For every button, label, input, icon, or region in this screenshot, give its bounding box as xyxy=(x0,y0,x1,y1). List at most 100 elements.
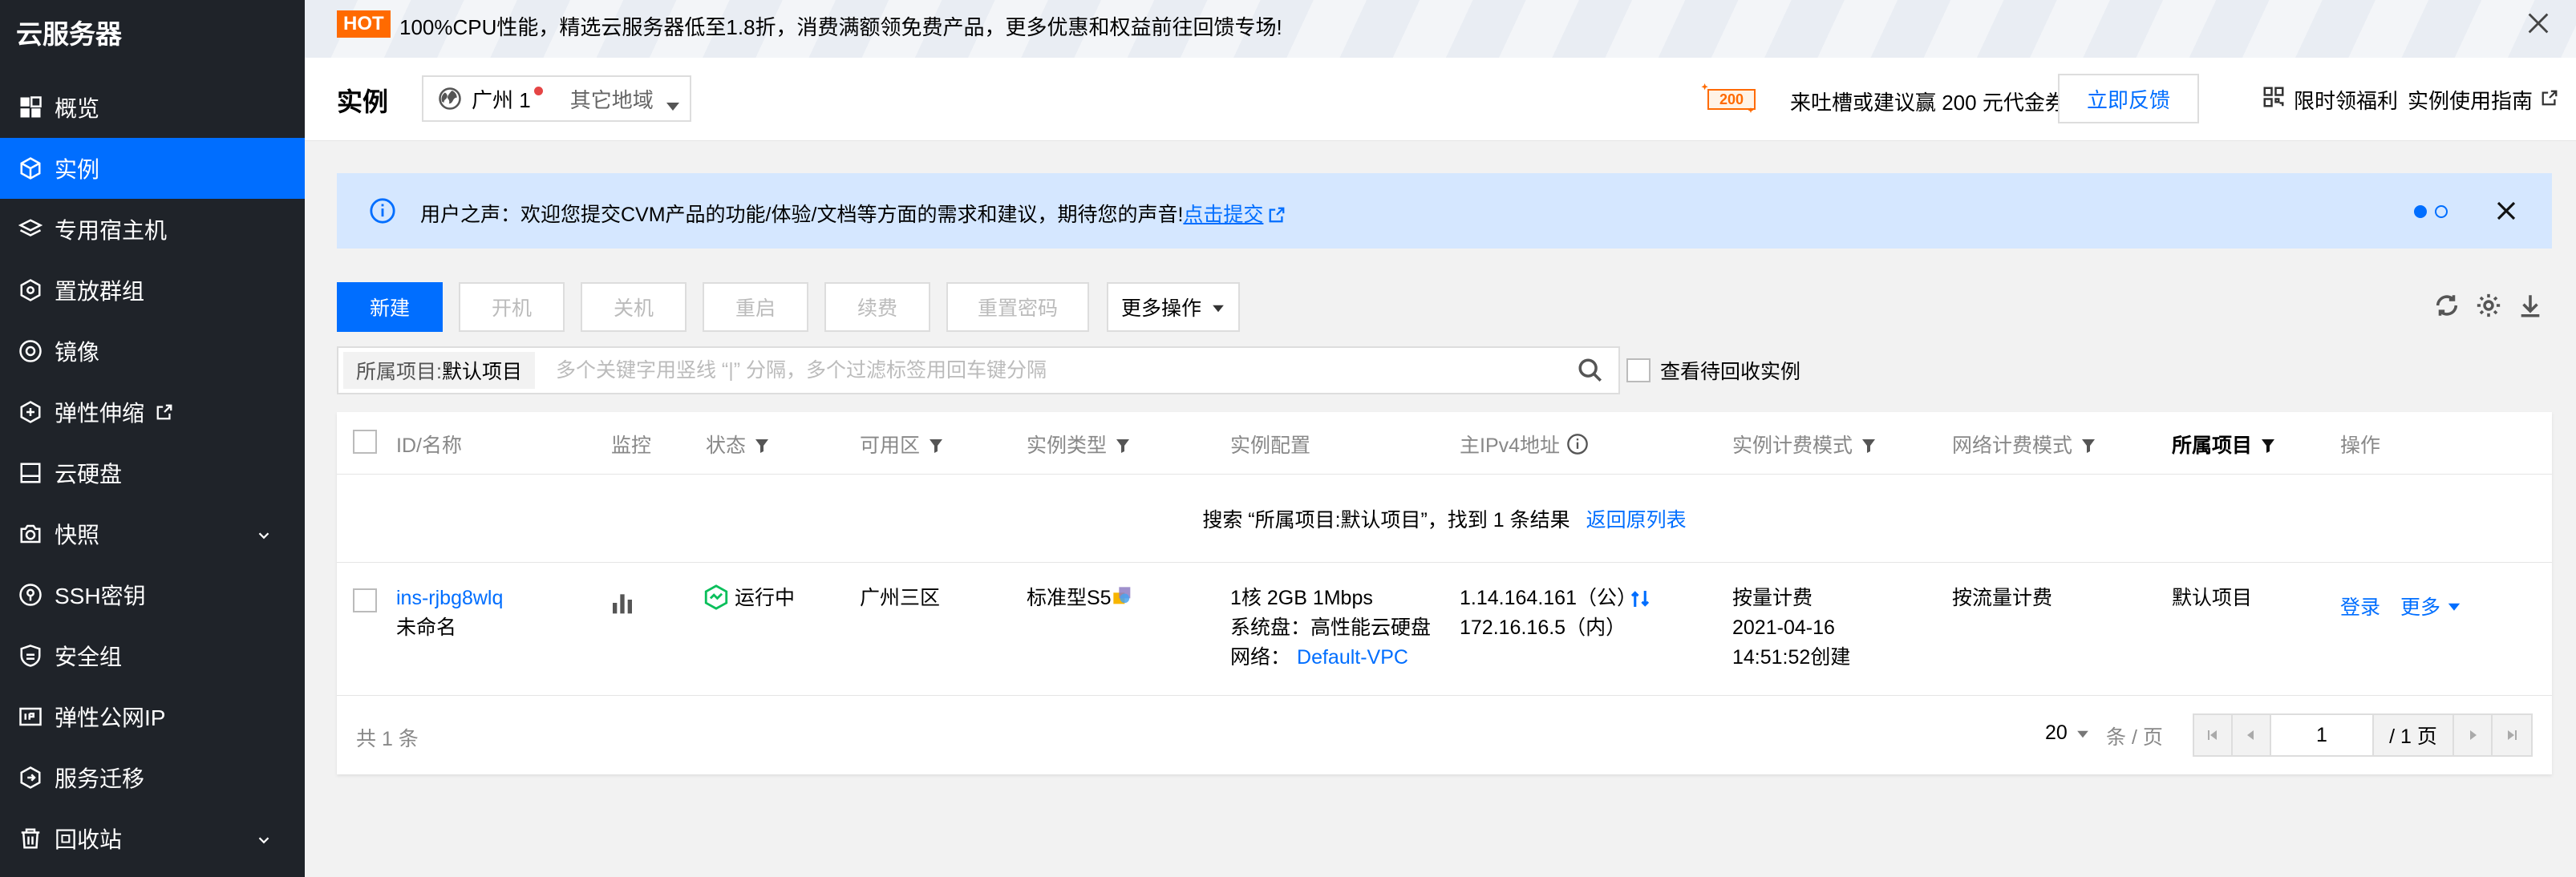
caret-down-icon xyxy=(2447,592,2461,612)
stop-button[interactable]: 关机 xyxy=(581,282,687,332)
column-project[interactable]: 所属项目 xyxy=(2172,430,2276,459)
filter-icon[interactable] xyxy=(1115,436,1131,453)
column-net-billing[interactable]: 网络计费模式 xyxy=(1952,430,2096,459)
page-size-select[interactable]: 20 xyxy=(2045,721,2090,745)
sidebar-item-label: 快照 xyxy=(55,523,100,548)
filter-tag[interactable]: 所属项目: 默认项目 xyxy=(343,352,535,389)
back-to-list-link[interactable]: 返回原列表 xyxy=(1586,504,1687,533)
sidebar-item-label: 安全组 xyxy=(55,645,123,669)
first-page-icon[interactable] xyxy=(2194,715,2233,755)
last-page-icon[interactable] xyxy=(2493,715,2531,755)
sidebar-item-security-group[interactable]: 安全组 xyxy=(0,625,305,686)
restart-button[interactable]: 重启 xyxy=(703,282,808,332)
notice-submit-link[interactable]: 点击提交 xyxy=(1183,204,1263,226)
help-icon[interactable] xyxy=(1566,433,1589,455)
filter-icon[interactable] xyxy=(754,436,770,453)
column-zone[interactable]: 可用区 xyxy=(860,430,944,459)
search-input[interactable] xyxy=(534,350,1577,390)
external-link-icon xyxy=(156,403,173,421)
more-actions-link[interactable]: 更多 xyxy=(2400,596,2461,619)
filter-icon[interactable] xyxy=(2260,436,2276,453)
ip-change-icon[interactable] xyxy=(1628,587,1652,611)
prev-page-icon[interactable] xyxy=(2233,715,2271,755)
config-network: 网络： Default-VPC xyxy=(1230,643,1431,673)
page-number-input[interactable] xyxy=(2271,715,2374,755)
column-billing[interactable]: 实例计费模式 xyxy=(1732,430,1877,459)
cell-net-billing: 按流量计费 xyxy=(1952,587,2053,609)
sidebar-item-images[interactable]: 镜像 xyxy=(0,321,305,382)
download-icon[interactable] xyxy=(2517,292,2544,319)
chevron-down-icon[interactable] xyxy=(255,524,273,542)
sidebar-item-placement-group[interactable]: 置放群组 xyxy=(0,260,305,321)
sidebar-item-recycle-bin[interactable]: 回收站 xyxy=(0,808,305,869)
promo-text[interactable]: 100%CPU性能，精选云服务器低至1.8折，消费满额领免费产品，更多优惠和权益… xyxy=(399,11,1282,41)
column-label: 所属项目 xyxy=(2172,434,2253,457)
show-recycle-checkbox[interactable]: 查看待回收实例 xyxy=(1626,356,1800,385)
new-instance-button[interactable]: 新建 xyxy=(337,282,443,332)
cell-zone: 广州三区 xyxy=(860,587,941,609)
carousel-dot-active[interactable] xyxy=(2414,205,2427,218)
next-page-icon[interactable] xyxy=(2454,715,2493,755)
sidebar-item-auto-scaling[interactable]: 弹性伸缩 xyxy=(0,382,305,443)
sidebar: 云服务器 概览 实例 专用宿主机 置放群组 镜像 弹性伸缩 云硬盘 快照 SSH… xyxy=(0,0,305,877)
sidebar-item-label: 回收站 xyxy=(55,827,123,852)
sidebar-item-ssh-key[interactable]: SSH密钥 xyxy=(0,564,305,625)
column-label: 监控 xyxy=(611,434,652,457)
table-header: ID/名称 监控 状态 可用区 实例类型 实例配置 主IPv4地址 实例计费模式… xyxy=(337,412,2552,475)
more-actions-dropdown[interactable]: 更多操作 xyxy=(1107,282,1240,332)
bar-chart-icon[interactable] xyxy=(610,590,635,616)
sidebar-title: 云服务器 xyxy=(16,19,122,49)
select-all-checkbox[interactable] xyxy=(353,430,377,454)
refresh-icon[interactable] xyxy=(2433,292,2461,319)
close-icon[interactable] xyxy=(2494,199,2518,223)
sidebar-item-overview[interactable]: 概览 xyxy=(0,77,305,138)
carousel-dot[interactable] xyxy=(2435,205,2448,218)
start-button[interactable]: 开机 xyxy=(459,282,565,332)
sidebar-item-instances[interactable]: 实例 xyxy=(0,138,305,199)
public-ip: 1.14.164.161（公） xyxy=(1460,587,1637,609)
column-label: 实例类型 xyxy=(1027,434,1108,457)
page-total: / 1 页 xyxy=(2374,715,2454,755)
region-selector[interactable]: 广州 1 其它地域 xyxy=(422,75,691,122)
close-icon[interactable] xyxy=(2525,10,2552,37)
reset-password-button[interactable]: 重置密码 xyxy=(946,282,1089,332)
cell-billing: 按量计费 2021-04-16 14:51:52创建 xyxy=(1732,584,1850,673)
key-icon xyxy=(16,580,45,609)
checkbox[interactable] xyxy=(1626,358,1651,382)
search-bar[interactable]: 所属项目: 默认项目 xyxy=(337,346,1620,394)
sidebar-item-cloud-disk[interactable]: 云硬盘 xyxy=(0,443,305,503)
column-actions: 操作 xyxy=(2340,430,2380,459)
login-link[interactable]: 登录 xyxy=(2340,596,2380,619)
feedback-button[interactable]: 立即反馈 xyxy=(2058,74,2199,123)
sidebar-item-migration[interactable]: 服务迁移 xyxy=(0,747,305,808)
ip-icon xyxy=(16,702,45,731)
column-ipv4: 主IPv4地址 xyxy=(1460,430,1589,459)
column-status[interactable]: 状态 xyxy=(706,430,770,459)
sidebar-item-snapshot[interactable]: 快照 xyxy=(0,503,305,564)
per-page-label: 条 / 页 xyxy=(2106,726,2163,749)
info-icon xyxy=(369,197,396,224)
welfare-link[interactable]: 限时领福利 xyxy=(2262,85,2398,115)
filter-icon[interactable] xyxy=(1861,436,1877,453)
row-checkbox[interactable] xyxy=(353,588,377,612)
column-label: ID/名称 xyxy=(396,434,462,457)
chevron-down-icon[interactable] xyxy=(255,829,273,847)
sidebar-item-dedicated-host[interactable]: 专用宿主机 xyxy=(0,199,305,260)
scaling-icon xyxy=(16,398,45,426)
renew-button[interactable]: 续费 xyxy=(824,282,930,332)
gear-icon[interactable] xyxy=(2475,292,2502,319)
guide-link[interactable]: 实例使用指南 xyxy=(2408,85,2558,115)
column-label: 操作 xyxy=(2340,434,2381,457)
filter-icon[interactable] xyxy=(928,436,944,453)
trash-icon xyxy=(16,824,45,853)
filter-icon[interactable] xyxy=(2080,436,2096,453)
sidebar-item-elastic-ip[interactable]: 弹性公网IP xyxy=(0,686,305,747)
vpc-link[interactable]: Default-VPC xyxy=(1297,646,1408,669)
region-current: 广州 1 xyxy=(472,87,531,112)
instance-table: ID/名称 监控 状态 可用区 实例类型 实例配置 主IPv4地址 实例计费模式… xyxy=(337,412,2552,774)
disc-icon xyxy=(16,337,45,366)
cell-config: 1核 2GB 1Mbps 系统盘：高性能云硬盘 网络： Default-VPC xyxy=(1230,584,1431,673)
search-icon[interactable] xyxy=(1577,357,1604,384)
column-type[interactable]: 实例类型 xyxy=(1027,430,1131,459)
instance-id-link[interactable]: ins-rjbg8wlq xyxy=(396,584,503,613)
